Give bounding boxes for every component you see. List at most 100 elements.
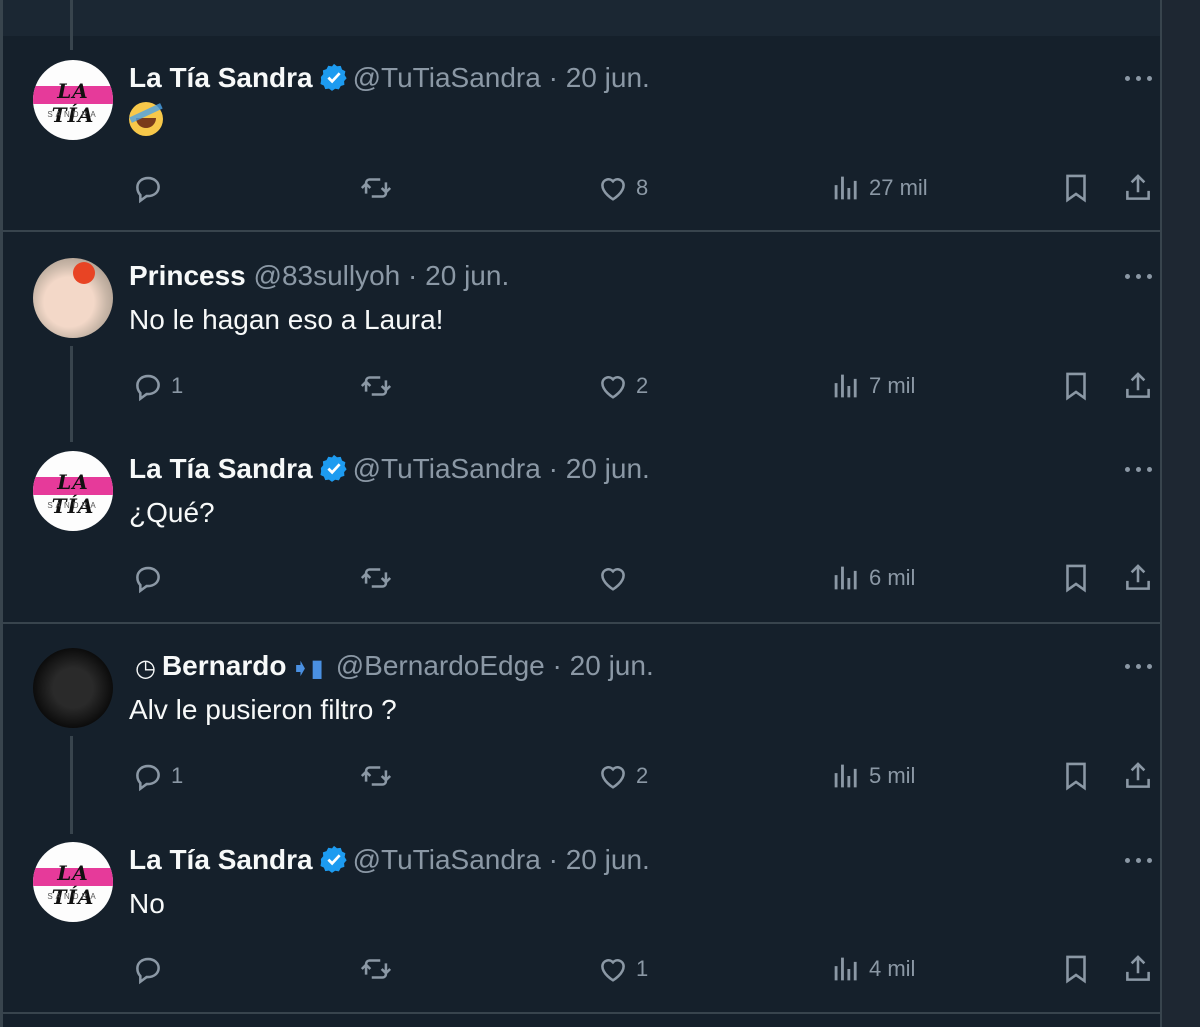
clock-icon: ◷: [135, 655, 156, 682]
avatar[interactable]: LA TÍA SANDRA: [33, 60, 113, 140]
share-icon: [1126, 762, 1150, 788]
avatar[interactable]: LA TÍA SANDRA: [33, 842, 113, 922]
retweet-button[interactable]: [359, 168, 399, 208]
views-count: 5 mil: [869, 763, 916, 788]
user-handle[interactable]: @BernardoEdge: [336, 650, 545, 681]
user-handle[interactable]: @TuTiaSandra: [353, 453, 541, 484]
right-scroll-area[interactable]: [1160, 0, 1200, 1027]
tweet-date[interactable]: · 20 jun.: [408, 260, 509, 291]
heart-icon: [601, 178, 625, 201]
like-button[interactable]: 2: [596, 366, 648, 406]
clown-nose: [73, 262, 95, 284]
tweet-header: La Tía Sandra @TuTiaSandra · 20 jun.: [129, 840, 650, 880]
views-chart-icon: [834, 176, 857, 200]
views-chart-icon: [834, 374, 857, 398]
bookmark-icon: [1066, 372, 1086, 401]
reply-button[interactable]: [131, 168, 171, 208]
like-button[interactable]: 1: [596, 949, 648, 989]
tweet[interactable]: LA TÍA SANDRA La Tía Sandra @TuTiaSandra …: [3, 449, 1160, 619]
bookmark-button[interactable]: [1059, 558, 1093, 598]
retweet-button[interactable]: [359, 366, 399, 406]
views-button[interactable]: 7 mil: [829, 366, 915, 406]
display-name[interactable]: La Tía Sandra: [129, 453, 313, 484]
tweet-date[interactable]: · 20 jun.: [549, 844, 650, 875]
views-button[interactable]: 4 mil: [829, 949, 915, 989]
retweet-button[interactable]: [359, 949, 399, 989]
reply-count: 1: [171, 763, 184, 788]
views-count: 4 mil: [869, 956, 916, 981]
heart-icon: [601, 568, 625, 591]
tweet[interactable]: LA TÍA SANDRA La Tía Sandra @TuTiaSandra …: [3, 840, 1160, 1010]
bookmark-icon: [1066, 955, 1086, 984]
like-button[interactable]: 2: [596, 756, 648, 796]
rolling-on-floor-laughing-emoji-icon: [129, 102, 163, 136]
share-button[interactable]: [1121, 949, 1155, 989]
tweet-date[interactable]: · 20 jun.: [549, 453, 650, 484]
more-options-button[interactable]: [1121, 58, 1157, 98]
reply-icon: [136, 764, 160, 792]
tweet-text: No: [129, 888, 165, 919]
tweet-date[interactable]: · 20 jun.: [553, 650, 654, 681]
like-button[interactable]: [596, 558, 636, 598]
tweet[interactable]: ◷ Bernardo ➧▮ @BernardoEdge · 20 jun. Alv l…: [3, 646, 1160, 816]
retweet-icon: [360, 568, 392, 588]
tweet-header: ◷ Bernardo ➧▮ @BernardoEdge · 20 jun.: [129, 646, 654, 689]
more-options-button[interactable]: [1121, 840, 1157, 880]
heart-icon: [601, 959, 625, 982]
bookmark-button[interactable]: [1059, 168, 1093, 208]
display-name[interactable]: La Tía Sandra: [129, 62, 313, 93]
verified-badge-icon[interactable]: [319, 453, 349, 483]
share-button[interactable]: [1121, 168, 1155, 208]
share-icon: [1126, 564, 1150, 590]
thread-connector: [70, 0, 73, 50]
reply-button[interactable]: 1: [131, 366, 183, 406]
heart-icon: [601, 766, 625, 789]
bookmark-icon: [1066, 174, 1086, 203]
bookmark-button[interactable]: [1059, 366, 1093, 406]
reply-button[interactable]: [131, 949, 171, 989]
tweet-actions: 6 mil: [3, 558, 1160, 598]
reply-button[interactable]: 1: [131, 756, 183, 796]
tweet-header: La Tía Sandra @TuTiaSandra · 20 jun.: [129, 58, 650, 98]
bookmark-button[interactable]: [1059, 949, 1093, 989]
bookmark-button[interactable]: [1059, 756, 1093, 796]
avatar[interactable]: LA TÍA SANDRA: [33, 451, 113, 531]
more-options-button[interactable]: [1121, 646, 1157, 686]
share-button[interactable]: [1121, 558, 1155, 598]
retweet-button[interactable]: [359, 558, 399, 598]
display-name[interactable]: Princess: [129, 260, 246, 291]
share-icon: [1126, 174, 1150, 200]
user-handle[interactable]: @TuTiaSandra: [353, 844, 541, 875]
views-chart-icon: [834, 764, 857, 788]
tweet-text: Alv le pusieron filtro ?: [129, 694, 397, 725]
retweet-button[interactable]: [359, 756, 399, 796]
like-count: 2: [636, 373, 649, 398]
tweet[interactable]: LA TÍA SANDRA La Tía Sandra @TuTiaSandra …: [3, 58, 1160, 228]
more-options-button[interactable]: [1121, 256, 1157, 296]
avatar[interactable]: [33, 258, 113, 338]
retweet-icon: [360, 959, 392, 979]
user-handle[interactable]: @83sullyoh: [254, 260, 401, 291]
tweet-actions: 1 4 mil: [3, 949, 1160, 989]
share-button[interactable]: [1121, 756, 1155, 796]
more-options-button[interactable]: [1121, 449, 1157, 489]
avatar[interactable]: [33, 648, 113, 728]
views-button[interactable]: 6 mil: [829, 558, 915, 598]
verified-badge-icon[interactable]: [319, 844, 349, 874]
views-count: 6 mil: [869, 565, 916, 590]
tweet-date[interactable]: · 20 jun.: [549, 62, 650, 93]
views-button[interactable]: 5 mil: [829, 756, 915, 796]
divider: [3, 1012, 1160, 1014]
reply-button[interactable]: [131, 558, 171, 598]
display-name[interactable]: La Tía Sandra: [129, 844, 313, 875]
display-name[interactable]: Bernardo: [162, 650, 286, 681]
views-button[interactable]: 27 mil: [829, 168, 928, 208]
verified-badge-icon[interactable]: [319, 62, 349, 92]
share-button[interactable]: [1121, 366, 1155, 406]
bookmark-icon: [1066, 762, 1086, 791]
reply-icon: [136, 566, 160, 594]
avatar-logo-subtext: SANDRA: [47, 110, 99, 119]
user-handle[interactable]: @TuTiaSandra: [353, 62, 541, 93]
tweet[interactable]: Princess @83sullyoh · 20 jun. No le haga…: [3, 256, 1160, 426]
like-button[interactable]: 8: [596, 168, 648, 208]
